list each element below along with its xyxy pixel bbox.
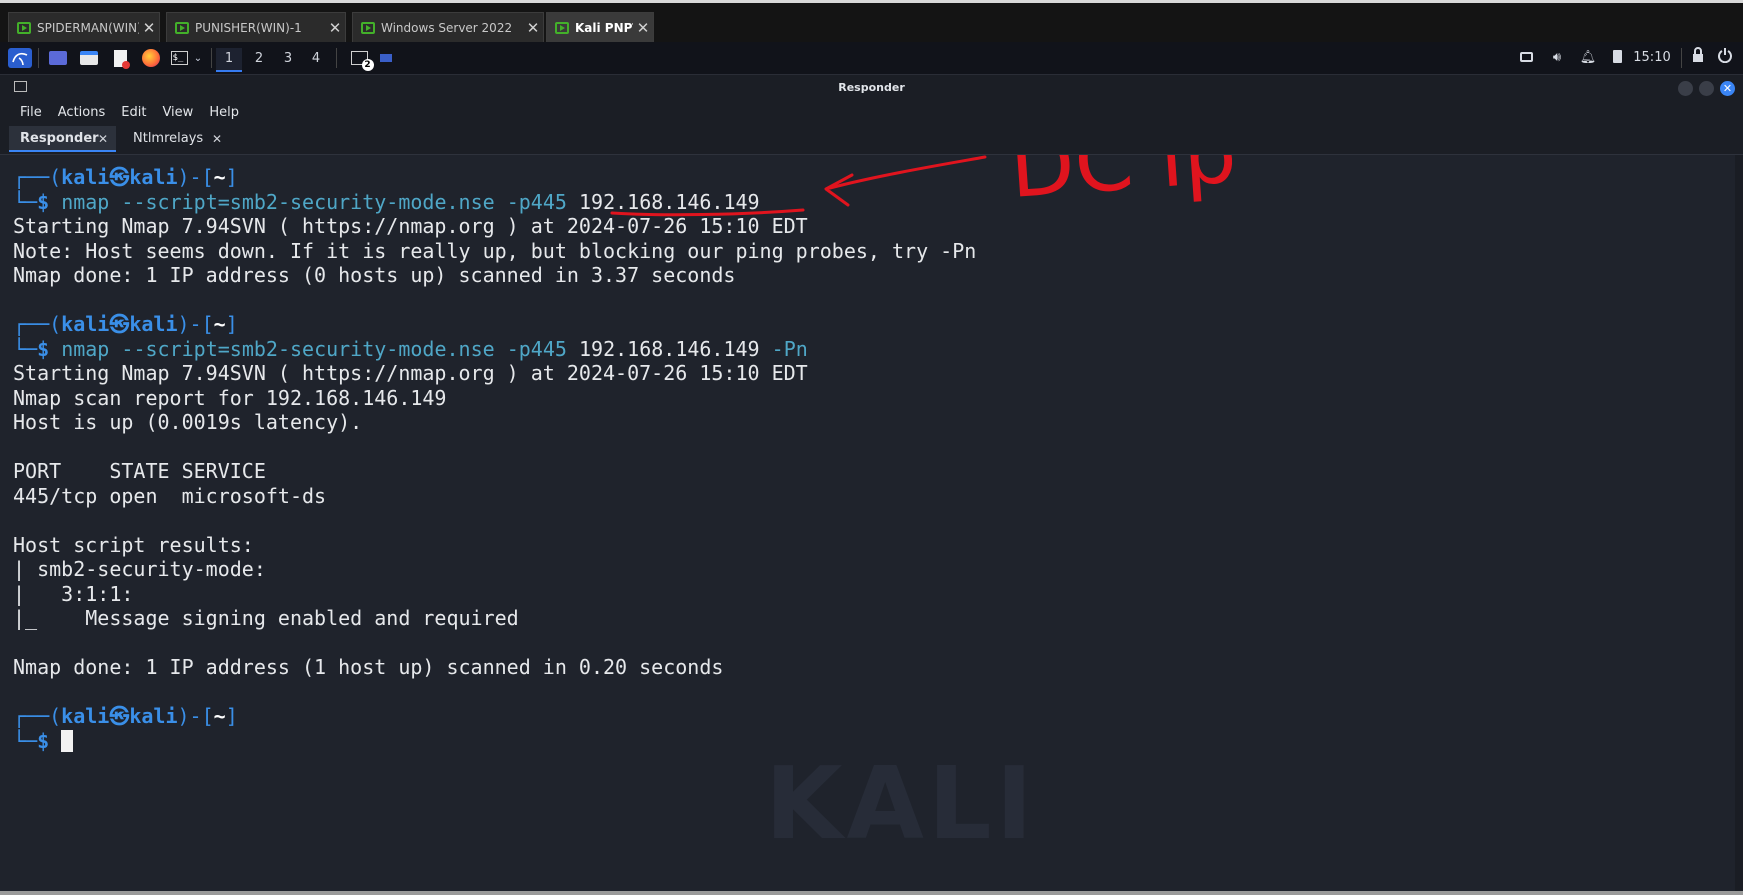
menu-help[interactable]: Help	[201, 102, 247, 126]
vm-tab-windows-server[interactable]: Windows Server 2022 ✕	[352, 12, 544, 43]
close-icon[interactable]: ✕	[98, 126, 108, 152]
terminal-output[interactable]: KALI ┌──(kali㉿kali)-[~] └─$ nmap --scrip…	[0, 155, 1735, 891]
show-desktop-icon[interactable]	[47, 48, 69, 68]
taskbar-terminal-group[interactable]: 2	[346, 48, 374, 71]
tab-label: Responder	[20, 131, 99, 146]
file-manager-icon[interactable]	[78, 48, 100, 68]
kali-menu-icon[interactable]	[8, 48, 32, 68]
window-title: Responder	[838, 81, 905, 94]
vm-tab-bar: SPIDERMAN(WIN)-2 ✕ PUNISHER(WIN)-1 ✕ Win…	[0, 0, 1743, 43]
lock-icon[interactable]	[1688, 47, 1708, 69]
vm-tab-punisher[interactable]: PUNISHER(WIN)-1 ✕	[166, 12, 346, 43]
tab-label: Ntlmrelays	[133, 131, 204, 146]
close-icon[interactable]: ✕	[523, 19, 543, 37]
text-editor-icon[interactable]	[110, 48, 130, 69]
bottom-edge	[0, 891, 1743, 895]
menu-view[interactable]: View	[154, 102, 201, 126]
tab-responder[interactable]: Responder ✕	[9, 126, 116, 152]
menu-actions[interactable]: Actions	[50, 102, 114, 126]
notification-bell-icon[interactable]: 🔔︎	[1578, 47, 1598, 69]
window-titlebar: Responder ✕	[0, 75, 1743, 102]
menu-file[interactable]: File	[12, 102, 50, 126]
terminal-tab-bar: Responder ✕ Ntlmrelays ✕	[0, 126, 1743, 155]
scrollbar[interactable]	[1735, 155, 1743, 891]
ip-underline	[610, 208, 805, 217]
handwritten-annotation: DC ip	[610, 155, 1240, 217]
menu-edit[interactable]: Edit	[113, 102, 154, 126]
battery-icon[interactable]	[1608, 47, 1626, 69]
vm-tab-label: Windows Server 2022	[381, 21, 513, 35]
menu-bar: File Actions Edit View Help	[0, 102, 1743, 126]
close-window-button[interactable]: ✕	[1720, 81, 1735, 96]
vm-tab-label: PUNISHER(WIN)-1	[195, 21, 302, 35]
close-icon[interactable]: ✕	[139, 19, 159, 37]
vm-tab-kali[interactable]: Kali PNPT ✕	[546, 12, 654, 43]
tab-ntlmrelays[interactable]: Ntlmrelays ✕	[122, 126, 230, 152]
vm-icon	[555, 22, 569, 34]
vm-icon	[361, 22, 375, 34]
vm-tab-label: SPIDERMAN(WIN)-2	[37, 21, 139, 35]
volume-icon[interactable]: 🔊︎	[1546, 47, 1568, 69]
arrow-shaft	[828, 155, 987, 190]
workspace-2[interactable]: 2	[246, 48, 272, 70]
terminal-launcher-icon[interactable]: $_	[168, 48, 190, 68]
chevron-down-icon[interactable]: ⌄	[192, 48, 204, 68]
clock[interactable]: 15:10	[1633, 47, 1671, 69]
workspace-1[interactable]: 1	[216, 48, 242, 72]
annotation-text: DC ip	[1007, 155, 1240, 217]
vm-tab-spiderman[interactable]: SPIDERMAN(WIN)-2 ✕	[8, 12, 160, 43]
power-icon[interactable]	[1714, 47, 1736, 69]
close-icon[interactable]: ✕	[633, 19, 653, 37]
workspace-4[interactable]: 4	[303, 48, 329, 70]
arrow-head	[824, 173, 854, 207]
close-icon[interactable]: ✕	[212, 126, 222, 152]
firefox-icon[interactable]	[140, 48, 162, 68]
close-icon[interactable]: ✕	[325, 19, 345, 37]
workspace-3[interactable]: 3	[275, 48, 301, 70]
maximize-button[interactable]	[1699, 81, 1714, 96]
window-count-badge: 2	[361, 59, 374, 71]
taskbar-window-icon[interactable]	[378, 48, 394, 68]
minimize-button[interactable]	[1678, 81, 1693, 96]
kali-top-panel: $_ ⌄ 1 2 3 4 2 🔊︎ 🔔︎ 15:10	[0, 42, 1743, 75]
vm-icon	[175, 22, 189, 34]
vm-icon	[17, 22, 31, 34]
display-icon[interactable]	[1515, 47, 1537, 69]
vm-tab-label: Kali PNPT	[575, 21, 633, 35]
